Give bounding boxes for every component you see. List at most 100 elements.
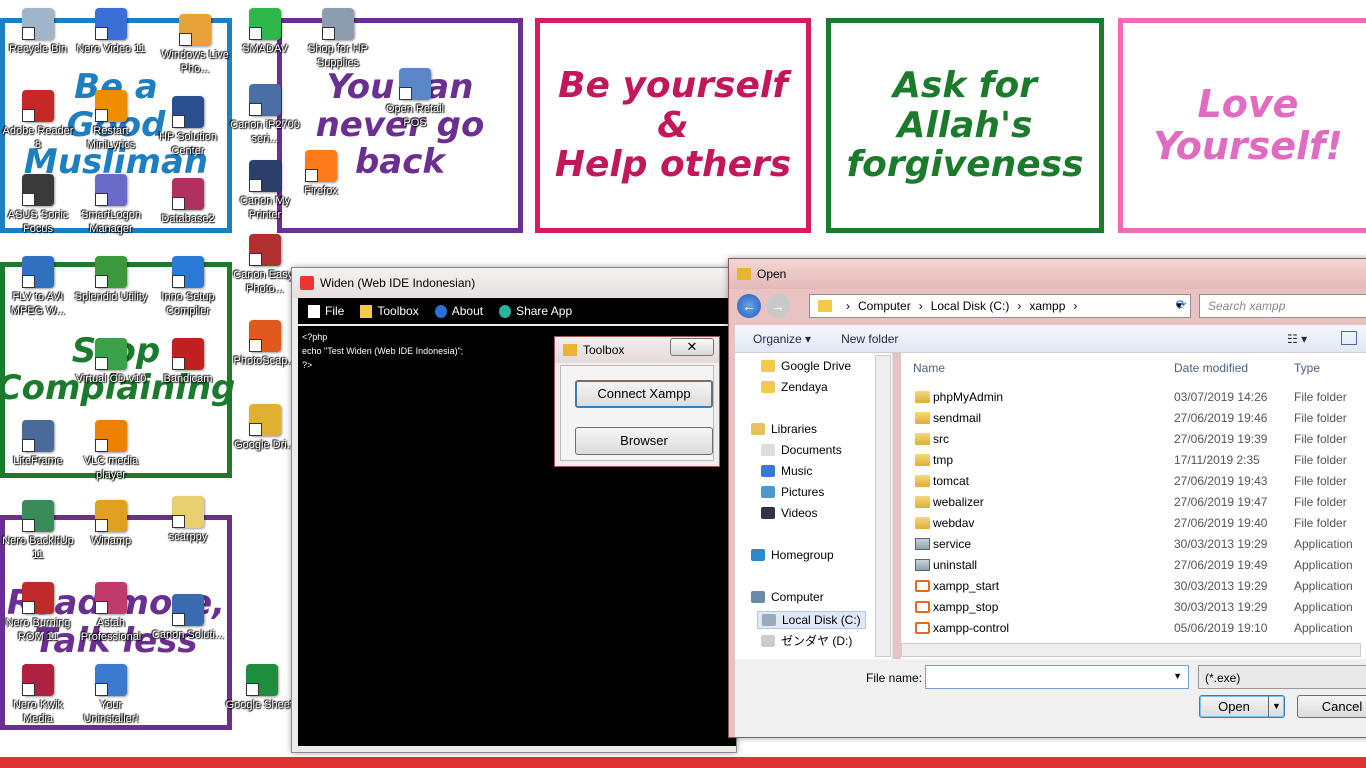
file-row[interactable]: phpMyAdmin 03/07/2019 14:26 File folder: [901, 386, 1366, 407]
desktop-icon[interactable]: Recycle Bin: [0, 6, 76, 86]
view-options-icon[interactable]: ☷ ▾: [1287, 332, 1307, 346]
search-input[interactable]: Search xampp: [1199, 294, 1366, 318]
file-type-filter[interactable]: (*.exe): [1198, 665, 1366, 689]
desktop-icon[interactable]: SMADAV: [227, 6, 303, 86]
widen-menubar: File Toolbox About Share App: [298, 298, 736, 324]
desktop-icon-label: Splendid Utility: [74, 291, 148, 303]
folder-icon: [915, 516, 930, 529]
desktop-icon[interactable]: Bandicam: [150, 336, 226, 416]
nav-item[interactable]: Libraries: [751, 422, 817, 436]
file-name: tomcat: [933, 473, 970, 488]
menu-file[interactable]: File: [308, 304, 344, 318]
open-button[interactable]: Open ▼: [1199, 695, 1285, 718]
nav-item[interactable]: ゼンダヤ (D:): [761, 632, 852, 649]
desktop-icon[interactable]: Nero BackItUp 11: [0, 498, 76, 578]
close-button[interactable]: ✕: [670, 338, 714, 356]
breadcrumb-local-disk[interactable]: Local Disk (C:): [931, 299, 1010, 313]
desktop-icon[interactable]: Open Retail POS: [377, 66, 453, 146]
breadcrumb-xampp[interactable]: xampp: [1029, 299, 1065, 313]
desktop-icon[interactable]: Windows Live Pho...: [157, 12, 233, 92]
nav-item[interactable]: Music: [761, 464, 812, 478]
app-icon: [249, 8, 281, 40]
folder-icon: [818, 300, 832, 312]
desktop-icon[interactable]: Inno Setup Compiler: [150, 254, 226, 334]
refresh-button[interactable]: ⟳: [1172, 297, 1190, 315]
nav-item-label: ゼンダヤ (D:): [781, 634, 853, 648]
nav-item[interactable]: Zendaya: [761, 380, 828, 394]
file-row[interactable]: sendmail 27/06/2019 19:46 File folder: [901, 407, 1366, 428]
file-row[interactable]: webdav 27/06/2019 19:40 File folder: [901, 512, 1366, 533]
desktop-icon[interactable]: Your Uninstaller!: [73, 662, 149, 742]
file-type: File folder: [1294, 452, 1347, 467]
chevron-down-icon[interactable]: ▼: [1173, 671, 1182, 681]
desktop-icon[interactable]: Virtual CD v10: [73, 336, 149, 416]
connect-xampp-button[interactable]: Connect Xampp: [575, 380, 713, 408]
desktop-icon[interactable]: Nero Video 11: [73, 6, 149, 86]
desktop-icon[interactable]: Astah Professional: [73, 580, 149, 660]
desktop-icon[interactable]: Restart MiniLyrics: [73, 88, 149, 168]
new-folder-button[interactable]: New folder: [841, 332, 898, 346]
desktop-icon[interactable]: FLV to AVI MPEG W...: [0, 254, 76, 334]
desktop-icon[interactable]: SmartLogon Manager: [73, 172, 149, 252]
file-row[interactable]: webalizer 27/06/2019 19:47 File folder: [901, 491, 1366, 512]
chevron-down-icon[interactable]: ▼: [1268, 696, 1284, 717]
desktop-icon[interactable]: scarppy: [150, 494, 226, 574]
desktop-icon[interactable]: Nero Kwik Media: [0, 662, 76, 742]
desktop-icon[interactable]: HP Solution Center: [150, 94, 226, 174]
column-name[interactable]: Name: [913, 361, 945, 375]
desktop-icon[interactable]: Canon Soluti...: [150, 592, 226, 672]
nav-item[interactable]: Homegroup: [751, 548, 834, 562]
nav-icon: [751, 423, 765, 435]
file-row[interactable]: tmp 17/11/2019 2:35 File folder: [901, 449, 1366, 470]
column-date-modified[interactable]: Date modified: [1174, 361, 1248, 375]
desktop-icon[interactable]: Firefox: [283, 148, 359, 228]
back-button[interactable]: ←: [737, 294, 761, 318]
column-type[interactable]: Type: [1294, 361, 1320, 375]
file-row[interactable]: uninstall 27/06/2019 19:49 Application: [901, 554, 1366, 575]
nav-item[interactable]: Documents: [761, 443, 842, 457]
nav-item[interactable]: Local Disk (C:): [757, 611, 866, 629]
forward-button[interactable]: →: [766, 294, 790, 318]
preview-pane-icon[interactable]: [1341, 331, 1357, 345]
file-row[interactable]: src 27/06/2019 19:39 File folder: [901, 428, 1366, 449]
breadcrumb-computer[interactable]: Computer: [858, 299, 911, 313]
file-name: phpMyAdmin: [933, 389, 1004, 404]
desktop-icon[interactable]: Shop for HP Supplies: [300, 6, 376, 86]
desktop-icon[interactable]: VLC media player: [73, 418, 149, 498]
file-row[interactable]: tomcat 27/06/2019 19:43 File folder: [901, 470, 1366, 491]
desktop-icon[interactable]: Adobe Reader 8: [0, 88, 76, 168]
file-date: 27/06/2019 19:46: [1174, 410, 1268, 425]
nav-item[interactable]: Videos: [761, 506, 817, 520]
horizontal-scrollbar[interactable]: [901, 643, 1361, 657]
nav-item[interactable]: Google Drive: [761, 359, 851, 373]
file-list: Name Date modified Type phpMyAdmin 03/07/…: [901, 353, 1366, 659]
organize-button[interactable]: Organize ▾: [753, 332, 811, 346]
desktop-icon[interactable]: Splendid Utility: [73, 254, 149, 334]
nav-scrollbar[interactable]: [875, 355, 891, 657]
desktop-icon[interactable]: Nero Burning ROM 11: [0, 580, 76, 660]
address-bar[interactable]: › Computer › Local Disk (C:) › xampp › ▼: [809, 294, 1191, 318]
desktop-icon[interactable]: Winamp: [73, 498, 149, 578]
nav-item[interactable]: Computer: [751, 590, 824, 604]
app-icon: [172, 496, 204, 528]
cancel-button[interactable]: Cancel: [1297, 695, 1366, 718]
file-name-input[interactable]: ▼: [925, 665, 1189, 689]
desktop-icon[interactable]: ASUS Sonic Focus: [0, 172, 76, 252]
folder-icon: [915, 411, 930, 424]
file-date: 27/06/2019 19:39: [1174, 431, 1268, 446]
menu-about[interactable]: About: [434, 304, 483, 318]
file-row[interactable]: xampp_stop 30/03/2013 19:29 Application: [901, 596, 1366, 617]
menu-toolbox[interactable]: Toolbox: [360, 304, 419, 318]
menu-share-app[interactable]: Share App: [499, 304, 572, 318]
desktop-icon[interactable]: LiteFrame: [0, 418, 76, 498]
desktop-icon[interactable]: Google Sheets: [224, 662, 300, 742]
file-row[interactable]: service 30/03/2013 19:29 Application: [901, 533, 1366, 554]
browser-button[interactable]: Browser: [575, 427, 713, 455]
app-icon: [95, 582, 127, 614]
nav-item[interactable]: Pictures: [761, 485, 824, 499]
desktop-icon[interactable]: Database2: [150, 176, 226, 256]
file-row[interactable]: xampp-control 05/06/2019 19:10 Application: [901, 617, 1366, 638]
desktop-icon-label: Adobe Reader 8: [2, 125, 74, 151]
app-icon: [172, 338, 204, 370]
file-row[interactable]: xampp_start 30/03/2013 19:29 Application: [901, 575, 1366, 596]
